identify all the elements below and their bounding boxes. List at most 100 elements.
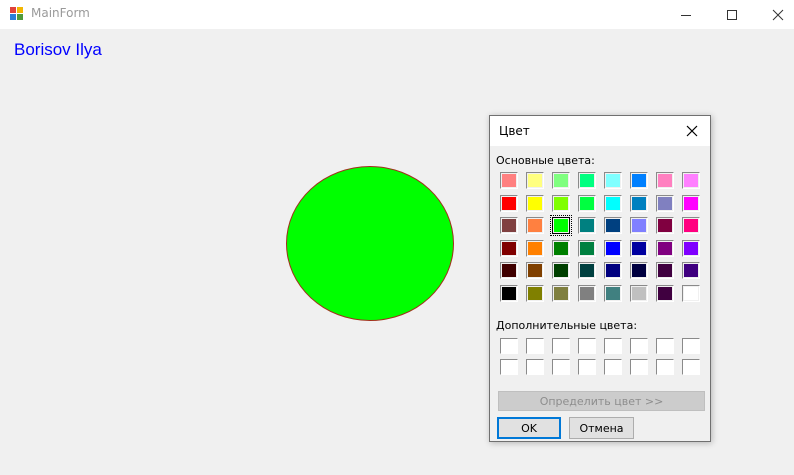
basic-color-swatch[interactable] <box>552 172 570 189</box>
basic-color-swatch[interactable] <box>630 217 648 235</box>
basic-color-swatch[interactable] <box>630 194 648 212</box>
basic-color-swatch[interactable] <box>656 217 674 235</box>
swatch-fill <box>554 219 568 233</box>
basic-color-swatch[interactable] <box>526 239 544 257</box>
basic-color-swatch[interactable] <box>552 284 570 302</box>
swatch-fill <box>554 196 568 210</box>
swatch-fill <box>658 264 672 278</box>
swatch-fill <box>684 174 698 187</box>
basic-color-swatch[interactable] <box>682 172 700 189</box>
basic-color-swatch[interactable] <box>552 194 570 212</box>
define-custom-colors-button[interactable]: Определить цвет >> <box>498 391 705 411</box>
custom-color-swatch[interactable] <box>552 359 570 375</box>
custom-color-swatch[interactable] <box>630 359 648 375</box>
swatch-fill <box>554 174 568 187</box>
minimize-button[interactable] <box>663 0 709 29</box>
basic-color-swatch[interactable] <box>500 239 518 257</box>
basic-color-swatch[interactable] <box>526 194 544 212</box>
basic-colors-label: Основные цвета: <box>496 154 595 167</box>
custom-color-swatch[interactable] <box>682 338 700 354</box>
basic-color-swatch[interactable] <box>630 239 648 257</box>
basic-color-swatch[interactable] <box>682 217 700 235</box>
swatch-fill <box>528 196 542 210</box>
swatch-fill <box>632 264 646 278</box>
dialog-close-button[interactable] <box>680 121 704 141</box>
basic-color-swatch[interactable] <box>500 262 518 280</box>
swatch-fill <box>502 264 516 278</box>
swatch-fill <box>658 241 672 255</box>
swatch-fill <box>502 174 516 187</box>
basic-color-swatch[interactable] <box>630 172 648 189</box>
close-icon <box>686 125 698 137</box>
custom-color-swatch[interactable] <box>604 359 622 375</box>
ok-button[interactable]: OK <box>497 417 561 439</box>
basic-color-swatch[interactable] <box>578 194 596 212</box>
swatch-fill <box>502 219 516 233</box>
basic-color-swatch[interactable] <box>682 194 700 212</box>
custom-color-swatch[interactable] <box>578 359 596 375</box>
custom-color-swatch[interactable] <box>656 338 674 354</box>
basic-color-swatch[interactable] <box>656 194 674 212</box>
basic-color-swatch[interactable] <box>682 239 700 257</box>
basic-color-swatch[interactable] <box>500 217 518 235</box>
basic-color-swatch[interactable] <box>500 194 518 212</box>
basic-color-swatch[interactable] <box>604 194 622 212</box>
basic-color-swatch[interactable] <box>682 262 700 280</box>
maximize-icon <box>727 9 737 20</box>
basic-color-swatch[interactable] <box>526 172 544 189</box>
basic-color-swatch[interactable] <box>578 239 596 257</box>
swatch-fill <box>658 196 672 210</box>
custom-color-swatch[interactable] <box>500 338 518 354</box>
basic-color-swatch[interactable] <box>526 284 544 302</box>
basic-color-swatch[interactable] <box>578 172 596 189</box>
custom-color-swatch[interactable] <box>526 359 544 375</box>
basic-color-swatch[interactable] <box>526 262 544 280</box>
custom-color-swatch[interactable] <box>656 359 674 375</box>
swatch-fill <box>606 264 620 278</box>
swatch-fill <box>606 174 620 187</box>
basic-color-swatch[interactable] <box>578 217 596 235</box>
basic-color-swatch[interactable] <box>656 172 674 189</box>
maximize-button[interactable] <box>709 0 755 29</box>
swatch-fill <box>580 241 594 255</box>
custom-color-swatch[interactable] <box>630 338 648 354</box>
basic-color-swatch[interactable] <box>604 239 622 257</box>
basic-color-swatch[interactable] <box>682 284 700 302</box>
swatch-fill <box>632 241 646 255</box>
basic-color-swatch[interactable] <box>604 172 622 189</box>
basic-color-swatch[interactable] <box>656 239 674 257</box>
custom-color-swatch[interactable] <box>526 338 544 354</box>
custom-color-swatch[interactable] <box>578 338 596 354</box>
swatch-fill <box>502 286 516 300</box>
basic-color-swatch[interactable] <box>552 239 570 257</box>
green-circle <box>286 166 454 321</box>
basic-color-swatch[interactable] <box>656 284 674 302</box>
basic-color-swatch[interactable] <box>500 172 518 189</box>
cancel-button[interactable]: Отмена <box>569 417 634 439</box>
basic-color-swatch[interactable] <box>656 262 674 280</box>
custom-color-swatch[interactable] <box>552 338 570 354</box>
basic-color-swatch[interactable] <box>526 217 544 235</box>
swatch-fill <box>684 219 698 233</box>
basic-color-swatch[interactable] <box>552 262 570 280</box>
basic-color-swatch[interactable] <box>550 215 572 237</box>
basic-color-swatch[interactable] <box>604 217 622 235</box>
swatch-fill <box>528 174 542 187</box>
basic-color-swatch[interactable] <box>578 284 596 302</box>
basic-color-swatch[interactable] <box>630 262 648 280</box>
swatch-fill <box>606 196 620 210</box>
swatch-fill <box>502 241 516 255</box>
basic-color-swatch[interactable] <box>630 284 648 302</box>
title-bar[interactable]: MainForm <box>0 0 794 29</box>
close-button[interactable] <box>755 0 794 29</box>
dialog-title-bar[interactable]: Цвет <box>490 116 710 146</box>
custom-color-swatch[interactable] <box>682 359 700 375</box>
basic-color-swatch[interactable] <box>604 262 622 280</box>
basic-color-swatch[interactable] <box>578 262 596 280</box>
custom-color-swatch[interactable] <box>500 359 518 375</box>
swatch-fill <box>528 241 542 255</box>
basic-color-swatch[interactable] <box>604 284 622 302</box>
basic-colors-grid <box>500 172 700 302</box>
custom-color-swatch[interactable] <box>604 338 622 354</box>
basic-color-swatch[interactable] <box>500 284 518 302</box>
